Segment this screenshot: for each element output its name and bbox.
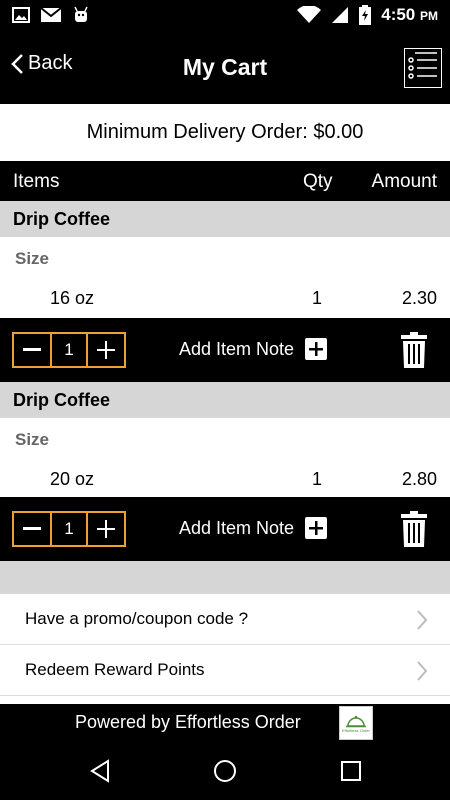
add-item-note-button[interactable]: Add Item Note xyxy=(179,517,328,539)
redeem-points-row[interactable]: Redeem Reward Points xyxy=(0,645,450,696)
add-item-note-label: Add Item Note xyxy=(179,517,295,538)
stepper-value[interactable]: 1 xyxy=(50,513,88,545)
status-bar: 4:50 PM xyxy=(0,0,450,34)
powered-by-text: Powered by Effortless Order xyxy=(75,712,301,732)
delete-item-button[interactable] xyxy=(401,332,427,368)
nav-home-icon[interactable] xyxy=(212,758,238,784)
stepper-value[interactable]: 1 xyxy=(50,334,88,366)
app-bar: Back My Cart xyxy=(0,34,450,104)
item-controls: 1 Add Item Note xyxy=(0,497,450,561)
image-icon xyxy=(12,7,30,23)
promo-code-row[interactable]: Have a promo/coupon code ? xyxy=(0,594,450,645)
minimum-order-text: Minimum Delivery Order: $0.00 xyxy=(0,104,450,161)
android-icon xyxy=(74,6,88,22)
cart-item-details: Size 20 oz 1 2.80 xyxy=(0,418,450,499)
status-time: 4:50 PM xyxy=(381,5,438,24)
list-menu-button[interactable] xyxy=(404,48,442,88)
delete-item-button[interactable] xyxy=(401,511,427,547)
trash-icon xyxy=(401,332,427,368)
page-title: My Cart xyxy=(182,54,268,80)
cart-item-name: Drip Coffee xyxy=(0,201,450,237)
gmail-icon xyxy=(40,7,62,22)
chevron-right-icon xyxy=(417,661,428,681)
wifi-icon xyxy=(297,6,322,23)
col-amount: Amount xyxy=(371,171,437,192)
option-value: 20 oz xyxy=(50,469,95,489)
list-menu-icon xyxy=(408,52,437,79)
decrement-button[interactable] xyxy=(14,334,50,366)
system-nav-bar xyxy=(0,742,450,800)
add-item-note-label: Add Item Note xyxy=(179,338,295,359)
quantity-stepper: 1 xyxy=(12,332,126,368)
footer: Powered by Effortless Order Effortless O… xyxy=(0,704,450,742)
plus-icon xyxy=(97,341,115,359)
column-header: Items Qty Amount xyxy=(0,161,450,201)
section-spacer xyxy=(0,561,450,594)
item-amount: 2.80 xyxy=(401,469,437,489)
effortless-order-logo: Effortless Order xyxy=(339,706,373,740)
quantity-stepper: 1 xyxy=(12,511,126,547)
item-amount: 2.30 xyxy=(401,288,437,308)
add-note-plus-icon xyxy=(305,338,328,360)
decrement-button[interactable] xyxy=(14,513,50,545)
col-items: Items xyxy=(13,171,60,192)
signal-icon xyxy=(332,7,349,23)
item-qty: 1 xyxy=(312,288,323,308)
nav-recents-icon[interactable] xyxy=(338,758,364,784)
plus-icon xyxy=(97,520,115,538)
increment-button[interactable] xyxy=(88,513,124,545)
add-item-note-button[interactable]: Add Item Note xyxy=(179,338,328,360)
increment-button[interactable] xyxy=(88,334,124,366)
option-label: Size xyxy=(15,249,50,268)
item-controls: 1 Add Item Note xyxy=(0,318,450,382)
option-label: Size xyxy=(15,430,50,449)
promo-code-label: Have a promo/coupon code ? xyxy=(25,609,249,628)
chevron-right-icon xyxy=(417,610,428,630)
minus-icon xyxy=(23,527,41,530)
cart-item-details: Size 16 oz 1 2.30 xyxy=(0,237,450,318)
col-qty: Qty xyxy=(303,171,333,192)
cart-item-name: Drip Coffee xyxy=(0,382,450,418)
item-qty: 1 xyxy=(312,469,323,489)
list-tail xyxy=(0,696,450,704)
trash-icon xyxy=(401,511,427,547)
redeem-points-label: Redeem Reward Points xyxy=(25,660,205,679)
add-note-plus-icon xyxy=(305,517,328,539)
minus-icon xyxy=(23,348,41,351)
nav-back-icon[interactable] xyxy=(88,758,114,784)
battery-charging-icon xyxy=(359,5,372,25)
option-value: 16 oz xyxy=(50,288,95,308)
